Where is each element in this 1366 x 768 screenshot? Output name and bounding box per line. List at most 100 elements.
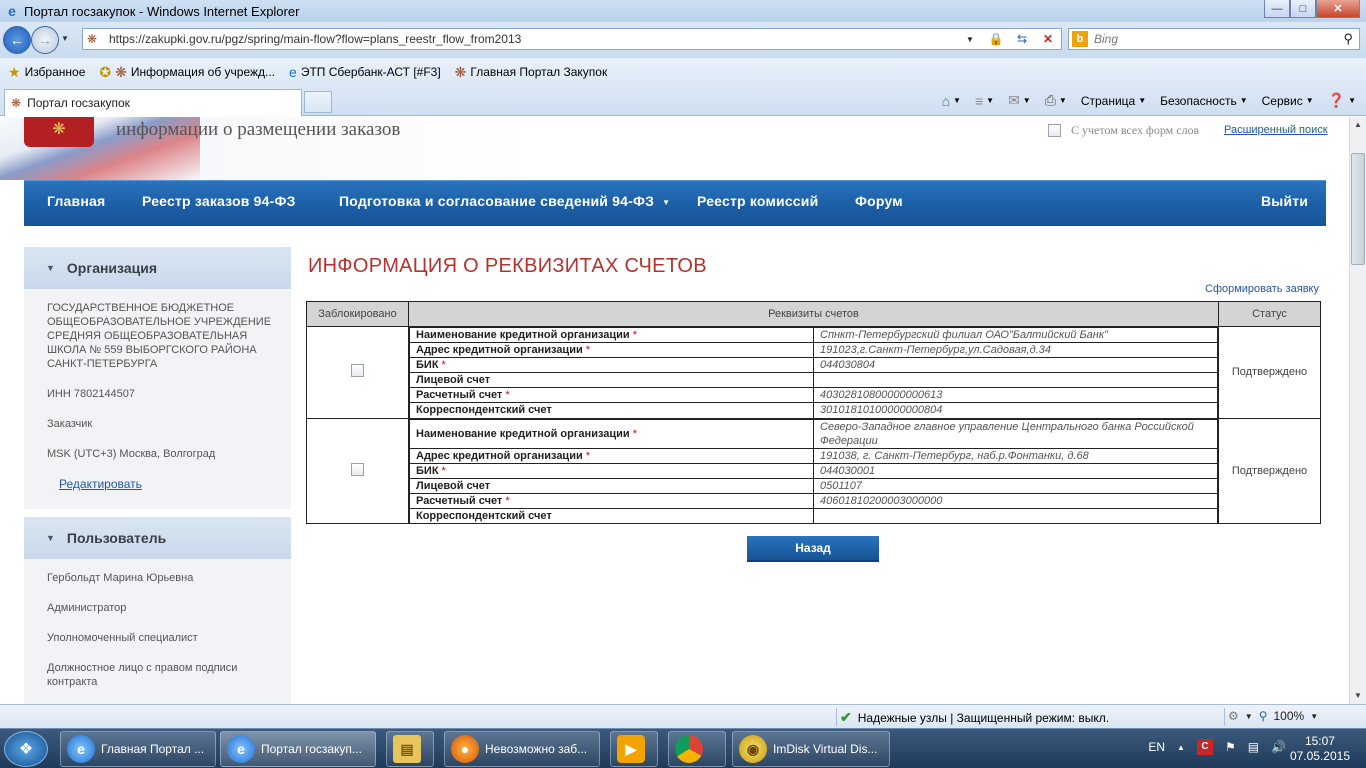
chevron-down-icon: ▼ [662,197,671,207]
add-favorite-icon[interactable]: ✪ [99,64,111,81]
taskbar-chrome[interactable] [668,731,726,767]
nav-commissions[interactable]: Реестр комиссий [697,193,818,209]
url-text[interactable]: https://zakupki.gov.ru/pgz/spring/main-f… [109,32,521,46]
network-icon[interactable]: ▤ [1248,740,1259,754]
zoom-level[interactable]: 100% [1273,709,1304,723]
lock-icon[interactable]: 🔒 [983,32,1009,46]
detail-label-text: Наименование кредитной организации [416,329,630,341]
back-button[interactable]: ← [3,26,31,54]
word-forms-option[interactable]: С учетом всех форм слов [1048,123,1199,138]
blocked-checkbox[interactable] [351,462,364,476]
search-box[interactable]: b Bing ⚲ [1068,28,1360,50]
window-titlebar: e Портал госзакупок - Windows Internet E… [0,0,1366,22]
organization-panel: ▼ Организация ГОСУДАРСТВЕННОЕ БЮДЖЕТНОЕ … [24,247,291,509]
zoom-control[interactable]: ⚙ ▼ ⚲ 100% ▼ [1228,709,1324,723]
flag-icon[interactable]: ⚑ [1225,740,1236,754]
advanced-search-link[interactable]: Расширенный поиск [1224,124,1328,136]
required-mark: * [441,464,446,477]
detail-label-text: Наименование кредитной организации [416,427,630,440]
clock-date: 07.05.2015 [1289,749,1350,763]
nav-preparation-label: Подготовка и согласование сведений 94-ФЗ [339,193,655,209]
forward-button[interactable]: → [31,26,59,54]
close-button[interactable]: ✕ [1316,0,1360,18]
chevron-down-icon[interactable]: ▼ [1245,712,1253,721]
taskbar-item[interactable]: ● Невозможно заб... [444,731,600,767]
taskbar-item[interactable]: e Главная Портал ... [60,731,216,767]
account-details-cell: Наименование кредитной организации * Спнкт… [408,326,1219,419]
account-row: Наименование кредитной организации * Спнкт… [306,326,1321,419]
volume-icon[interactable]: 🔊 [1271,740,1286,754]
word-forms-checkbox[interactable] [1048,124,1061,137]
required-mark: * [585,449,590,462]
maximize-button[interactable]: □ [1290,0,1316,18]
protected-mode-icon[interactable]: ⚙ [1228,709,1239,723]
new-tab-button[interactable] [304,91,332,113]
nav-forum[interactable]: Форум [855,193,903,209]
column-header-details: Реквизиты счетов [408,301,1219,327]
mail-button[interactable]: ✉ ▼ [1008,92,1031,109]
detail-value: 40601810200003000000 [813,492,1218,509]
scroll-thumb[interactable] [1351,153,1365,265]
stop-icon[interactable]: ✕ [1035,32,1061,46]
help-button[interactable]: ❓ ▼ [1328,92,1356,109]
taskbar-item[interactable]: e Портал госзакуп... [220,731,376,767]
browser-tab[interactable]: ❋ Портал госзакупок [4,89,302,116]
edit-organization-link[interactable]: Редактировать [59,477,291,491]
taskbar-media-player[interactable]: ▶ [610,731,658,767]
recent-pages-dropdown-icon[interactable]: ▼ [61,34,69,43]
search-placeholder[interactable]: Bing [1094,32,1118,46]
detail-value [813,372,1218,388]
favorites-button[interactable]: ★ Избранное [8,64,85,81]
taskbar-item[interactable]: ◉ ImDisk Virtual Dis... [732,731,890,767]
page-menu[interactable]: Страница ▼ [1081,94,1146,108]
column-header-status: Статус [1218,301,1321,327]
favorite-item-label: Информация об учрежд... [130,65,276,79]
taskbar-explorer[interactable]: ▤ [386,731,434,767]
favorite-item[interactable]: e ЭТП Сбербанк-АСТ [#F3] [289,64,441,80]
scroll-up-icon[interactable]: ▲ [1350,117,1366,133]
user-role: Администратор [47,602,127,614]
home-button[interactable]: ⌂ ▼ [942,93,961,109]
safety-menu[interactable]: Безопасность ▼ [1160,94,1247,108]
user-role: Должностное лицо с правом подписи контра… [47,662,238,688]
detail-row: Наименование кредитной организации * Спнкт… [409,327,1218,343]
site-title: информации о размещении заказов [116,119,401,140]
site-banner: ❋ информации о размещении заказов С учет… [0,117,1349,180]
compatibility-view-icon[interactable]: ⇆ [1009,32,1035,46]
form-request-link[interactable]: Сформировать заявку [1205,283,1319,295]
back-submit-button[interactable]: Назад [747,536,879,562]
blocked-checkbox[interactable] [351,364,364,378]
detail-row: БИК * 044030804 [409,357,1218,373]
detail-label-text: БИК [416,464,439,477]
show-hidden-icons-icon[interactable]: ▲ [1177,743,1185,752]
chevron-down-icon[interactable]: ▼ [1310,712,1318,721]
taskbar-item-label: Главная Портал ... [101,742,205,756]
language-indicator[interactable]: EN [1148,740,1165,754]
favorite-item[interactable]: ✪ ❋ Информация об учрежд... [99,64,275,81]
address-dropdown-icon[interactable]: ▼ [957,35,983,44]
taskbar-item-label: Портал госзакуп... [261,742,362,756]
minimize-button[interactable]: — [1264,0,1290,18]
scroll-down-icon[interactable]: ▼ [1350,688,1366,704]
address-bar[interactable]: ❋ https://zakupki.gov.ru/pgz/spring/main… [82,28,1062,50]
vertical-scrollbar[interactable]: ▲ ▼ [1349,117,1366,704]
organization-name: ГОСУДАРСТВЕННОЕ БЮДЖЕТНОЕ ОБЩЕОБРАЗОВАТЕ… [47,302,272,370]
nav-home[interactable]: Главная [47,193,105,209]
search-icon[interactable]: ⚲ [1343,31,1353,47]
feeds-button[interactable]: ≡ ▼ [975,93,994,109]
nav-orders-registry[interactable]: Реестр заказов 94-ФЗ [142,193,296,209]
detail-row: Корреспондентский счет [409,507,1218,523]
security-zone[interactable]: ✔ Надежные узлы | Защищенный режим: выкл… [840,709,1109,726]
window-controls: — □ ✕ [1264,0,1360,18]
logout-link[interactable]: Выйти [1261,193,1308,209]
start-button[interactable]: ❖ [4,731,48,767]
nav-preparation[interactable]: Подготовка и согласование сведений 94-ФЗ… [339,193,670,209]
print-button[interactable]: ⎙ ▼ [1045,92,1067,109]
clock[interactable]: 15:07 07.05.2015 [1290,734,1350,764]
organization-panel-header[interactable]: ▼ Организация [24,247,291,289]
antivirus-icon[interactable]: C [1196,739,1213,755]
user-panel-header[interactable]: ▼ Пользователь [24,517,291,559]
favorite-item[interactable]: ❋ Главная Портал Закупок [455,64,608,81]
collapse-icon: ▼ [46,533,55,543]
tools-menu[interactable]: Сервис ▼ [1262,94,1314,108]
